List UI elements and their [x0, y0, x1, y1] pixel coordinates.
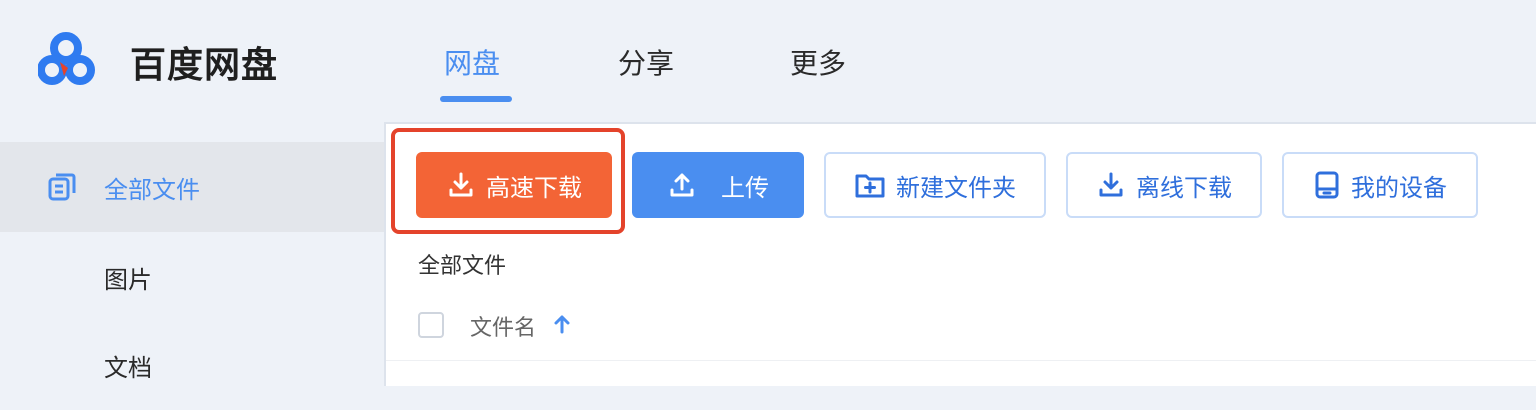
device-icon [1315, 171, 1339, 199]
sidebar-item-images[interactable]: 图片 [0, 232, 384, 322]
highlight-box [391, 128, 625, 234]
upload-icon [670, 173, 694, 197]
app-logo-text: 百度网盘 [130, 45, 279, 86]
top-bar: 百度网盘 网盘 分享 更多 [0, 0, 1536, 120]
breadcrumb[interactable]: 全部文件 [418, 248, 506, 280]
files-icon [48, 173, 76, 201]
sidebar-item-documents[interactable]: 文档 [0, 320, 384, 410]
offline-download-label: 离线下载 [1136, 173, 1232, 202]
nav-tab-share[interactable]: 分享 [618, 42, 674, 82]
active-tab-indicator [440, 96, 512, 102]
baidu-cloud-logo-icon [38, 32, 95, 85]
nav-tab-netdisk[interactable]: 网盘 [444, 42, 500, 82]
arrow-up-icon[interactable] [552, 312, 572, 336]
nav-tab-more[interactable]: 更多 [790, 42, 846, 82]
sidebar-item-label: 图片 [104, 265, 152, 294]
upload-label: 上传 [721, 173, 769, 202]
my-devices-label: 我的设备 [1351, 173, 1447, 202]
new-folder-button[interactable]: 新建文件夹 [824, 152, 1046, 218]
sidebar: 全部文件 图片 文档 [0, 120, 384, 384]
select-all-checkbox[interactable] [418, 312, 444, 338]
sidebar-item-label: 全部文件 [104, 175, 200, 204]
my-devices-button[interactable]: 我的设备 [1282, 152, 1478, 218]
folder-plus-icon [855, 174, 885, 198]
offline-download-button[interactable]: 离线下载 [1066, 152, 1262, 218]
sidebar-item-label: 文档 [104, 353, 152, 382]
app-logo[interactable]: 百度网盘 [38, 32, 278, 92]
row-divider [386, 360, 1536, 361]
sidebar-item-all-files[interactable]: 全部文件 [0, 142, 384, 232]
column-header-filename[interactable]: 文件名 [470, 310, 536, 342]
new-folder-label: 新建文件夹 [896, 173, 1016, 202]
upload-button[interactable]: 上传 [632, 152, 804, 218]
download-icon [1099, 172, 1123, 197]
